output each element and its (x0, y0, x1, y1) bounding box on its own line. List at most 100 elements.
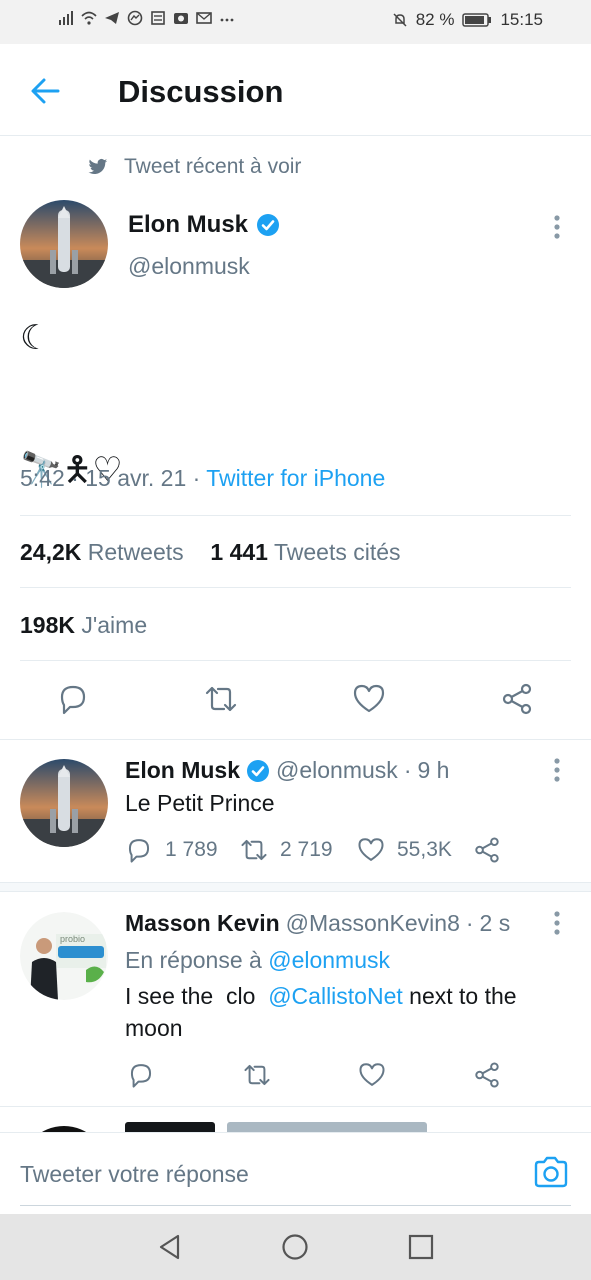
tweet-date: 15 avr. 21 (85, 465, 187, 491)
verified-badge-icon (257, 214, 280, 236)
reply-author-name: Elon Musk (125, 757, 241, 783)
more-vertical-icon[interactable] (553, 757, 561, 783)
reply-icon[interactable] (56, 682, 90, 716)
reply-like-action[interactable]: 55,3K (357, 836, 452, 864)
reply-header[interactable]: Elon Musk @elonmusk · 9 h (125, 757, 449, 784)
verified-badge-icon (247, 759, 270, 782)
in-reply-to: En réponse à @elonmusk (125, 944, 390, 976)
nav-recents-icon[interactable] (406, 1232, 436, 1262)
share-icon[interactable] (500, 682, 534, 716)
status-icons (58, 10, 235, 26)
more-icon (220, 18, 234, 22)
page-title: Discussion (118, 74, 284, 109)
more-vertical-icon[interactable] (553, 214, 561, 240)
photo-icon (174, 13, 188, 24)
top-bar: Discussion (0, 44, 591, 136)
like-heart-icon (359, 1063, 385, 1086)
like-stats[interactable]: 198K J'aime (20, 612, 147, 639)
reply-author-handle: @elonmusk (276, 757, 398, 783)
reply-actions: 1 789 2 719 55,3K (125, 836, 525, 866)
reply-input-placeholder[interactable]: Tweeter votre réponse (20, 1161, 249, 1188)
reply-text: Le Petit Prince (125, 790, 275, 816)
retweets-count: 24,2K (20, 539, 82, 565)
share-icon (475, 837, 499, 863)
reply-author-handle: @MassonKevin8 (285, 910, 460, 936)
more-vertical-icon[interactable] (553, 910, 561, 936)
reply-share-action[interactable] (473, 836, 501, 864)
section-divider (0, 882, 591, 892)
reply-icon (130, 1064, 152, 1088)
telegram-icon (105, 12, 119, 24)
battery-icon (462, 13, 492, 27)
reply-avatar[interactable] (20, 759, 108, 847)
in-reply-handle-link[interactable]: @elonmusk (268, 947, 390, 973)
main-tweet-actions (0, 682, 591, 722)
divider (0, 1106, 591, 1107)
reply-reply-action[interactable] (127, 1061, 155, 1089)
like-heart-icon (358, 838, 384, 861)
retweet-stats[interactable]: 24,2K Retweets 1 441 Tweets cités (20, 539, 401, 566)
reply-like-action[interactable] (358, 1061, 386, 1089)
likes-label: J'aime (81, 612, 148, 638)
author-handle[interactable]: @elonmusk (128, 253, 250, 280)
status-bar: 82 % 15:15 (0, 0, 591, 44)
reply-text: I see the clo @CallistoNet next to the m… (125, 980, 565, 1044)
cut-off-name (125, 1122, 215, 1132)
likes-count: 198K (20, 612, 75, 638)
tweet-source[interactable]: Twitter for iPhone (206, 465, 385, 491)
reply-icon (128, 839, 150, 863)
quotes-label: Tweets cités (273, 539, 401, 565)
reply-retweet-action[interactable]: 2 719 (240, 836, 333, 864)
status-right: 82 % 15:15 (392, 10, 543, 30)
nav-home-icon[interactable] (280, 1232, 310, 1262)
input-underline (20, 1205, 571, 1206)
back-arrow-icon[interactable] (28, 76, 62, 106)
retweet-icon[interactable] (204, 682, 238, 716)
author-name[interactable]: Elon Musk (128, 211, 280, 239)
cut-off-handle (227, 1122, 428, 1132)
svg-text:probio: probio (60, 934, 85, 944)
divider (20, 587, 571, 588)
cut-off-reply-header (125, 1122, 525, 1132)
reply-time: 9 h (417, 757, 450, 783)
battery-percent: 82 % (415, 10, 455, 29)
retweet-count: 2 719 (280, 838, 333, 861)
divider (0, 739, 591, 740)
reply-compose-bar[interactable]: Tweeter votre réponse (0, 1132, 591, 1214)
mention-link[interactable]: @CallistoNet (268, 983, 403, 1009)
camera-icon[interactable] (533, 1155, 569, 1189)
messenger-icon (127, 10, 143, 26)
tweet-time: 5:42 (20, 465, 65, 491)
mail-icon (196, 12, 212, 24)
context-label: Tweet récent à voir (124, 155, 302, 178)
like-count: 55,3K (397, 838, 452, 861)
in-reply-label: En réponse à (125, 947, 262, 973)
meta-separator: · (71, 465, 86, 491)
retweet-icon (241, 839, 267, 861)
author-name-text: Elon Musk (128, 211, 249, 238)
wifi-icon (81, 11, 97, 25)
author-avatar[interactable] (20, 200, 108, 288)
reply-reply-action[interactable]: 1 789 (125, 836, 218, 864)
reply-header[interactable]: Masson Kevin @MassonKevin8 · 2 s (125, 910, 510, 937)
tweet-meta: 5:42 · 15 avr. 21 · Twitter for iPhone (20, 465, 385, 492)
twitter-bird-icon (88, 158, 108, 174)
reply-avatar[interactable]: probio (20, 912, 108, 1000)
signal-icon (59, 11, 73, 25)
reply-author-name: Masson Kevin (125, 910, 280, 936)
reply-share-action[interactable] (473, 1061, 501, 1089)
recent-tweet-context: Tweet récent à voir (88, 155, 301, 179)
clock: 15:15 (500, 10, 543, 29)
quotes-count: 1 441 (210, 539, 268, 565)
mute-bell-icon (393, 13, 407, 27)
reply-actions (125, 1061, 525, 1091)
android-nav-bar (0, 1214, 591, 1280)
like-heart-icon[interactable] (352, 682, 386, 716)
retweet-icon (244, 1064, 270, 1086)
meta-separator: · (403, 757, 412, 783)
notes-icon (151, 11, 165, 25)
retweets-label: Retweets (87, 539, 184, 565)
nav-back-icon[interactable] (155, 1232, 185, 1262)
reply-time: 2 s (479, 910, 511, 936)
reply-retweet-action[interactable] (243, 1061, 271, 1089)
